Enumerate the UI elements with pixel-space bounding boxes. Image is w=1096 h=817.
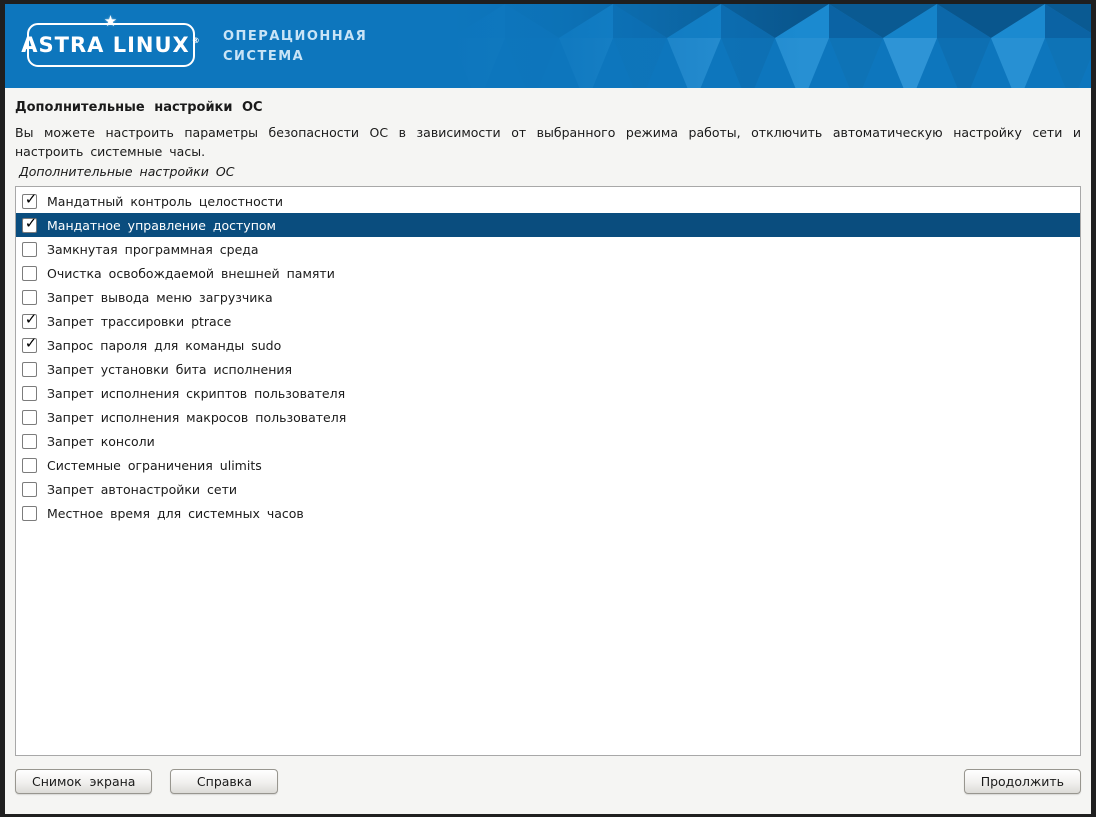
option-row-7[interactable]: Запрет установки бита исполнения bbox=[16, 357, 1080, 381]
option-label: Мандатный контроль целостности bbox=[47, 194, 283, 209]
page-description: Вы можете настроить параметры безопаснос… bbox=[15, 123, 1081, 161]
checkbox-unchecked-icon[interactable] bbox=[22, 410, 37, 425]
screenshot-button[interactable]: Снимок экрана bbox=[15, 769, 152, 794]
checkbox-unchecked-icon[interactable] bbox=[22, 386, 37, 401]
checkbox-unchecked-icon[interactable] bbox=[22, 242, 37, 257]
page-title: Дополнительные настройки ОС bbox=[15, 100, 1081, 115]
checkbox-checked-icon[interactable] bbox=[22, 314, 37, 329]
checkbox-unchecked-icon[interactable] bbox=[22, 458, 37, 473]
option-row-6[interactable]: Запрос пароля для команды sudo bbox=[16, 333, 1080, 357]
option-row-11[interactable]: Системные ограничения ulimits bbox=[16, 453, 1080, 477]
header-fade-overlay bbox=[451, 4, 1091, 88]
brand-line-1: ОПЕРАЦИОННАЯ bbox=[223, 27, 367, 47]
footer-bar: Снимок экрана Справка Продолжить bbox=[15, 769, 1081, 794]
option-row-9[interactable]: Запрет исполнения макросов пользователя bbox=[16, 405, 1080, 429]
option-row-0[interactable]: Мандатный контроль целостности bbox=[16, 189, 1080, 213]
option-row-12[interactable]: Запрет автонастройки сети bbox=[16, 477, 1080, 501]
checkbox-unchecked-icon[interactable] bbox=[22, 362, 37, 377]
option-label: Замкнутая программная среда bbox=[47, 242, 259, 257]
option-row-13[interactable]: Местное время для системных часов bbox=[16, 501, 1080, 525]
option-label: Запрос пароля для команды sudo bbox=[47, 338, 281, 353]
brand-text: ОПЕРАЦИОННАЯ СИСТЕМА bbox=[223, 27, 367, 67]
help-button[interactable]: Справка bbox=[170, 769, 278, 794]
option-label: Системные ограничения ulimits bbox=[47, 458, 262, 473]
option-label: Запрет исполнения скриптов пользователя bbox=[47, 386, 345, 401]
checkbox-checked-icon[interactable] bbox=[22, 338, 37, 353]
section-label: Дополнительные настройки ОС bbox=[19, 164, 1081, 179]
option-label: Запрет автонастройки сети bbox=[47, 482, 237, 497]
option-row-5[interactable]: Запрет трассировки ptrace bbox=[16, 309, 1080, 333]
logo-text: ASTRA LINUX bbox=[21, 33, 189, 57]
header: ★ ASTRA LINUX ® ОПЕРАЦИОННАЯ СИСТЕМА bbox=[5, 4, 1091, 88]
checkbox-checked-icon[interactable] bbox=[22, 194, 37, 209]
continue-button[interactable]: Продолжить bbox=[964, 769, 1081, 794]
option-row-1[interactable]: Мандатное управление доступом bbox=[16, 213, 1080, 237]
star-icon: ★ bbox=[104, 14, 118, 29]
checkbox-unchecked-icon[interactable] bbox=[22, 506, 37, 521]
content-area: Дополнительные настройки ОС Вы можете на… bbox=[5, 88, 1091, 814]
astra-linux-logo: ★ ASTRA LINUX ® bbox=[27, 23, 195, 67]
checkbox-unchecked-icon[interactable] bbox=[22, 290, 37, 305]
option-label: Запрет исполнения макросов пользователя bbox=[47, 410, 346, 425]
option-row-4[interactable]: Запрет вывода меню загрузчика bbox=[16, 285, 1080, 309]
option-label: Запрет вывода меню загрузчика bbox=[47, 290, 273, 305]
option-label: Запрет консоли bbox=[47, 434, 155, 449]
option-row-3[interactable]: Очистка освобождаемой внешней памяти bbox=[16, 261, 1080, 285]
option-label: Местное время для системных часов bbox=[47, 506, 304, 521]
brand-line-2: СИСТЕМА bbox=[223, 47, 367, 67]
checkbox-unchecked-icon[interactable] bbox=[22, 482, 37, 497]
checkbox-unchecked-icon[interactable] bbox=[22, 434, 37, 449]
option-row-10[interactable]: Запрет консоли bbox=[16, 429, 1080, 453]
option-label: Очистка освобождаемой внешней памяти bbox=[47, 266, 335, 281]
registered-trademark: ® bbox=[192, 36, 201, 45]
option-row-8[interactable]: Запрет исполнения скриптов пользователя bbox=[16, 381, 1080, 405]
option-label: Запрет трассировки ptrace bbox=[47, 314, 231, 329]
option-label: Запрет установки бита исполнения bbox=[47, 362, 292, 377]
option-row-2[interactable]: Замкнутая программная среда bbox=[16, 237, 1080, 261]
option-label: Мандатное управление доступом bbox=[47, 218, 276, 233]
checkbox-unchecked-icon[interactable] bbox=[22, 266, 37, 281]
options-listbox[interactable]: Мандатный контроль целостности Мандатное … bbox=[15, 186, 1081, 756]
checkbox-checked-icon[interactable] bbox=[22, 218, 37, 233]
installer-window: ★ ASTRA LINUX ® ОПЕРАЦИОННАЯ СИСТЕМА Доп… bbox=[0, 0, 1096, 817]
